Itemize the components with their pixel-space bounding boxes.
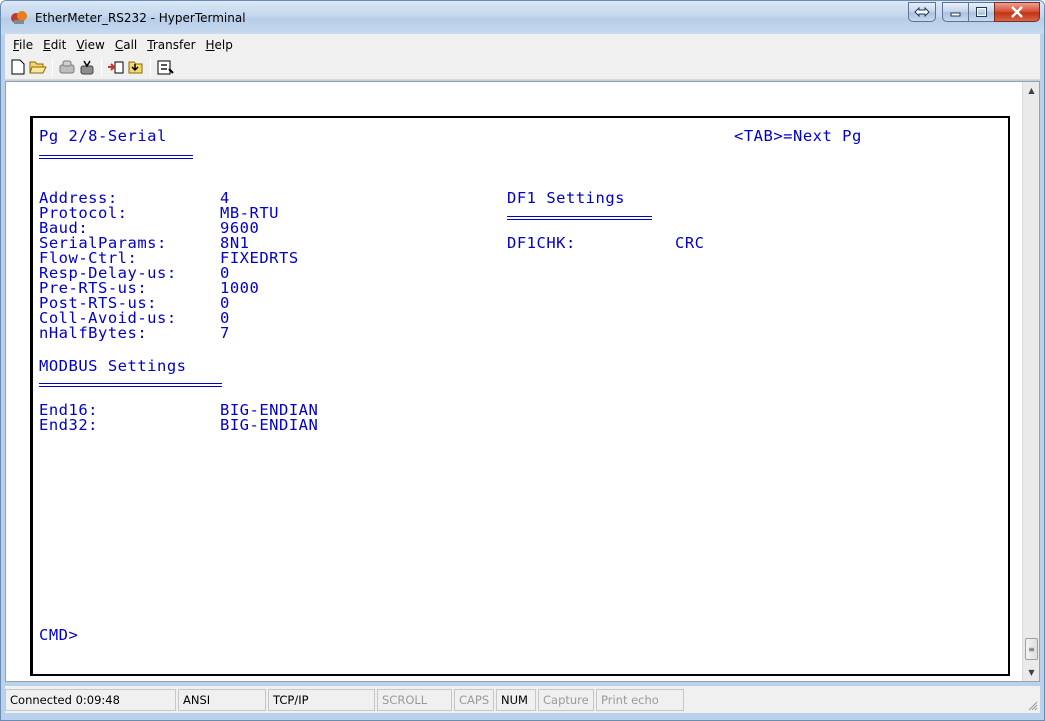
modbus-field-label: End32:	[39, 416, 98, 434]
status-print-echo: Print echo	[596, 688, 684, 711]
status-emulation: ANSI	[178, 688, 266, 711]
receive-icon[interactable]	[126, 57, 146, 77]
hyperterminal-window: EtherMeter_RS232 - HyperTerminal File Ed…	[0, 0, 1045, 721]
minimize-icon	[950, 12, 960, 17]
scroll-thumb[interactable]: ≡	[1025, 638, 1038, 660]
menu-call[interactable]: Call	[110, 38, 142, 52]
status-bar: Connected 0:09:48 ANSI TCP/IP SCROLL CAP…	[5, 686, 1040, 713]
toolbar-separator	[52, 58, 53, 76]
scroll-down-icon[interactable]: ▼	[1023, 664, 1040, 681]
caption-buttons	[908, 2, 1040, 22]
status-port: TCP/IP	[268, 688, 375, 711]
toolbar	[5, 55, 1040, 80]
status-caps: CAPS	[454, 688, 494, 711]
menu-bar: File Edit View Call Transfer Help	[5, 34, 1040, 55]
status-num: NUM	[496, 688, 536, 711]
status-capture: Capture	[538, 688, 594, 711]
nav-hint: <TAB>=Next Pg	[734, 127, 862, 145]
open-icon[interactable]	[28, 57, 48, 77]
swap-icon[interactable]	[908, 2, 936, 22]
menu-edit[interactable]: Edit	[38, 38, 71, 52]
send-icon[interactable]	[106, 57, 126, 77]
menu-transfer[interactable]: Transfer	[142, 38, 200, 52]
terminal-screen[interactable]: Pg 2/8-Serial <TAB>=Next Pg Address: 4 P…	[30, 116, 1010, 676]
menu-file[interactable]: File	[8, 38, 38, 52]
window-title: EtherMeter_RS232 - HyperTerminal	[35, 11, 246, 25]
title-bar[interactable]: EtherMeter_RS232 - HyperTerminal	[1, 1, 1044, 34]
resize-grip-icon[interactable]	[1026, 699, 1038, 711]
scroll-up-icon[interactable]: ▲	[1023, 82, 1040, 99]
modbus-field-value: BIG-ENDIAN	[220, 416, 319, 434]
df1-field-value: CRC	[675, 234, 705, 252]
terminal-client-area[interactable]: Pg 2/8-Serial <TAB>=Next Pg Address: 4 P…	[5, 81, 1040, 682]
terminal-viewport[interactable]: Pg 2/8-Serial <TAB>=Next Pg Address: 4 P…	[10, 82, 1018, 681]
toolbar-separator	[101, 58, 102, 76]
vertical-scrollbar[interactable]: ▲ ≡ ▼	[1022, 82, 1039, 681]
close-icon	[1011, 6, 1023, 18]
df1-heading: DF1 Settings	[507, 189, 625, 207]
maximize-icon	[975, 7, 987, 17]
minimize-button[interactable]	[942, 2, 968, 22]
field-label: nHalfBytes:	[39, 324, 148, 342]
toolbar-separator	[150, 58, 151, 76]
page-title: Pg 2/8-Serial	[39, 127, 167, 145]
new-icon[interactable]	[8, 57, 28, 77]
df1-heading-underline	[507, 216, 652, 220]
menu-view[interactable]: View	[71, 38, 109, 52]
maximize-button[interactable]	[968, 2, 994, 22]
command-prompt[interactable]: CMD>	[39, 627, 78, 643]
field-value: 7	[220, 324, 230, 342]
field-value: FIXEDRTS	[220, 249, 299, 267]
status-scroll: SCROLL	[377, 688, 452, 711]
page-title-underline	[39, 155, 193, 159]
modbus-heading: MODBUS Settings	[39, 357, 187, 375]
menu-help[interactable]: Help	[201, 38, 238, 52]
dial-icon[interactable]	[77, 57, 97, 77]
status-connected: Connected 0:09:48	[5, 688, 176, 711]
close-button[interactable]	[994, 2, 1040, 22]
modbus-heading-underline	[39, 383, 222, 387]
hyperterminal-app-icon[interactable]	[10, 9, 28, 26]
disconnect-icon[interactable]	[57, 57, 77, 77]
df1-field-label: DF1CHK:	[507, 234, 576, 252]
properties-icon[interactable]	[155, 57, 175, 77]
